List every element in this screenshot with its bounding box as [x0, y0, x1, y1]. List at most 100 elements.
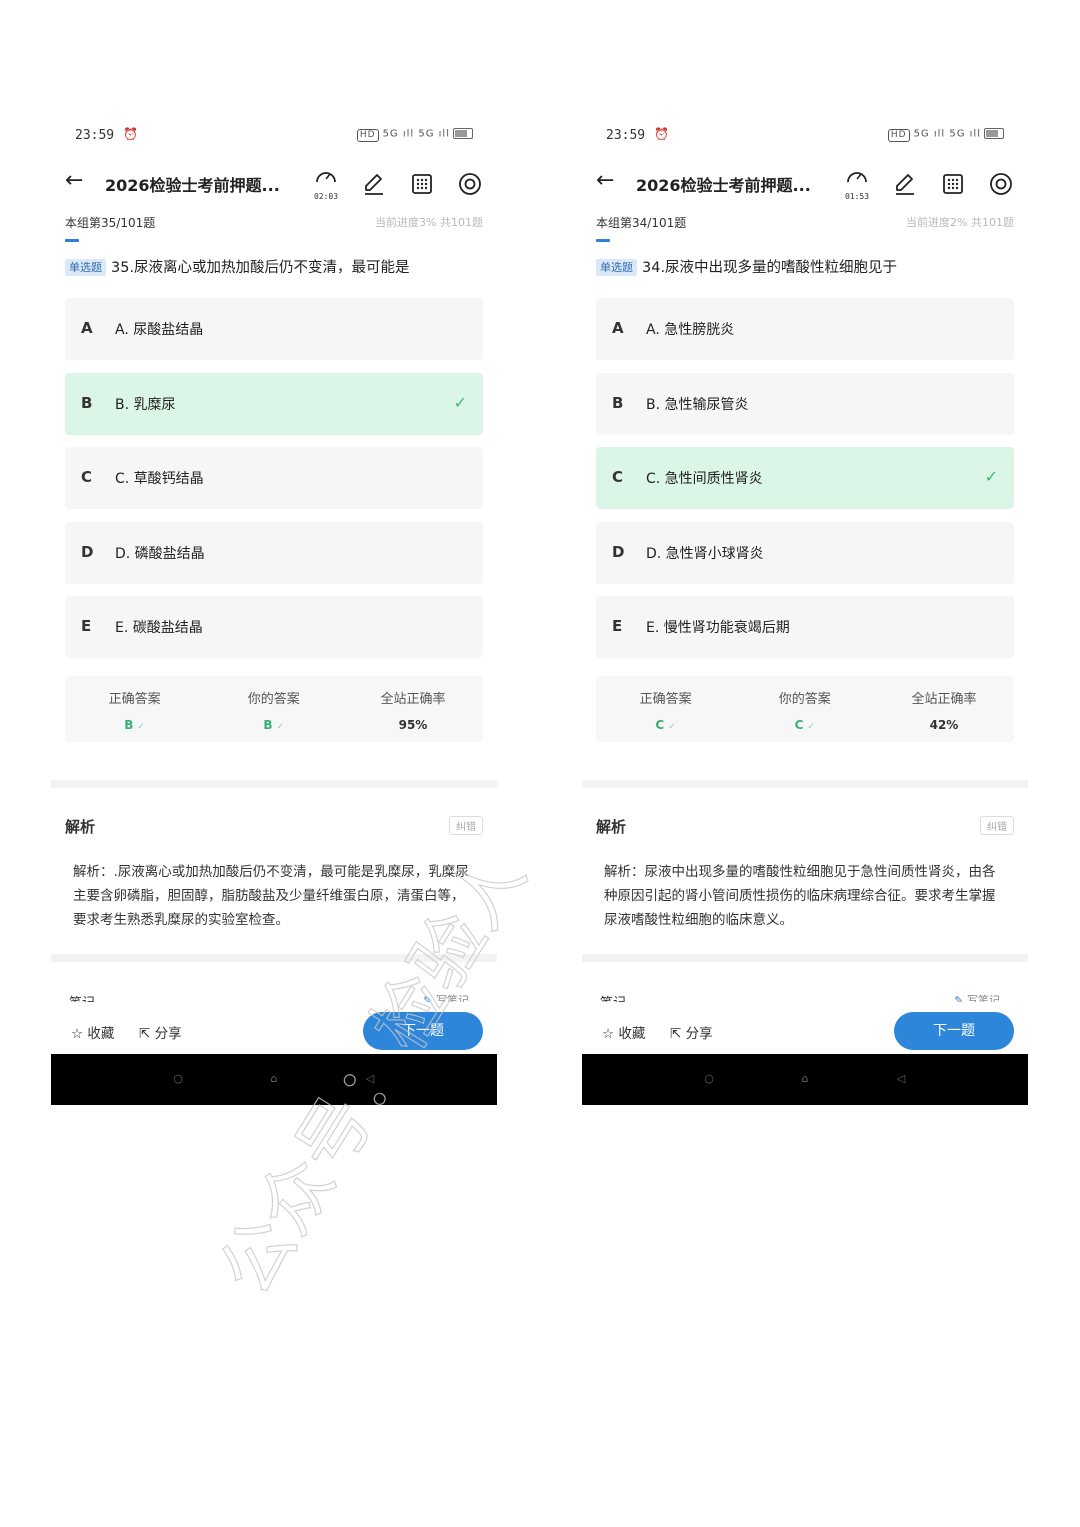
option-text: B. 乳糜尿 [115, 396, 176, 413]
back-arrow-icon[interactable]: ← [65, 168, 83, 193]
write-note-button[interactable]: ✎ 写笔记 [423, 992, 469, 1002]
question: 单选题 34.尿液中出现多量的嗜酸性粒细胞见于 [596, 258, 1018, 278]
stat-label: 你的答案 [247, 692, 300, 707]
option-text: E. 碳酸盐结晶 [115, 620, 203, 636]
progress-row: 本组第34/101题 当前进度2% 共101题 [596, 214, 1014, 232]
settings-icon [990, 173, 1012, 195]
report-error-button[interactable]: 纠错 [980, 816, 1014, 835]
settings-icon [459, 173, 481, 195]
option-text: C. 急性间质性肾炎 [646, 471, 763, 487]
stat-label: 你的答案 [778, 692, 831, 707]
option-letter: A [81, 319, 93, 337]
status-icons: HD 5G ıll 5G ıll [356, 128, 473, 142]
stat-value: C [794, 718, 804, 732]
pencil-icon [365, 174, 383, 195]
page-title: 2026检验士考前押题... [636, 176, 811, 195]
options-list: A A. 急性膀胱炎 B B. 急性输尿管炎 C C. 急性间质性肾炎 ✓ D … [596, 298, 1014, 671]
settings-button[interactable] [984, 167, 1018, 201]
option-letter: E [81, 617, 92, 635]
progress-bar [65, 239, 79, 242]
section-divider [51, 780, 497, 788]
favorite-label: 收藏 [618, 1026, 646, 1042]
option-text: A. 急性膀胱炎 [646, 322, 735, 338]
signal-icon: 5G ıll 5G ıll [382, 128, 450, 140]
your-answer-stat: 你的答案 C ✓ [735, 676, 874, 742]
edit-note-icon: ✎ [954, 994, 964, 1002]
your-answer-value: B ✓ [204, 718, 343, 732]
alarm-icon: ⏰ [123, 127, 138, 141]
option-a[interactable]: A A. 尿酸盐结晶 [65, 298, 483, 360]
timer-text: 02:03 [313, 192, 339, 201]
nav-menu-icon[interactable]: ○ [171, 1072, 185, 1086]
nav-home-icon[interactable]: ⌂ [798, 1072, 812, 1086]
favorite-label: 收藏 [87, 1026, 115, 1042]
timer-button[interactable]: 01:53 [840, 167, 874, 201]
phone-screen-left: 23:59 ⏰ HD 5G ıll 5G ıll ← 2026检验士考前押题...… [51, 108, 497, 1105]
group-progress-text: 本组第34/101题 [596, 216, 687, 230]
answer-sheet-button[interactable] [405, 167, 439, 201]
edit-button[interactable] [357, 167, 391, 201]
next-question-button[interactable]: 下一题 [894, 1012, 1014, 1050]
progress-bar [596, 239, 610, 242]
option-c[interactable]: C C. 急性间质性肾炎 ✓ [596, 447, 1014, 509]
share-button[interactable]: ⇱ 分享 [670, 1022, 713, 1042]
nav-home-icon[interactable]: ⌂ [267, 1072, 281, 1086]
status-bar: 23:59 ⏰ HD 5G ıll 5G ıll [75, 126, 473, 146]
share-label: 分享 [685, 1026, 713, 1042]
accuracy-value: 42% [929, 718, 959, 732]
star-icon: ☆ [602, 1026, 615, 1042]
question-text: 35.尿液离心或加热加酸后仍不变清，最可能是 [111, 260, 410, 276]
option-text: E. 慢性肾功能衰竭后期 [646, 620, 790, 636]
hd-badge: HD [356, 128, 379, 142]
alarm-icon: ⏰ [654, 127, 669, 141]
favorite-button[interactable]: ☆ 收藏 [71, 1022, 114, 1042]
status-bar: 23:59 ⏰ HD 5G ıll 5G ıll [606, 126, 1004, 146]
edit-button[interactable] [888, 167, 922, 201]
check-icon: ✓ [137, 722, 145, 732]
write-note-label: 写笔记 [967, 994, 1000, 1002]
your-answer-stat: 你的答案 B ✓ [204, 676, 343, 742]
settings-button[interactable] [453, 167, 487, 201]
system-nav-bar: ○ ⌂ ◁ [582, 1054, 1028, 1105]
share-icon: ⇱ [139, 1026, 151, 1042]
option-a[interactable]: A A. 急性膀胱炎 [596, 298, 1014, 360]
question-text: 34.尿液中出现多量的嗜酸性粒细胞见于 [642, 260, 898, 276]
answer-stats: 正确答案 C ✓ 你的答案 C ✓ 全站正确率 42% [596, 676, 1014, 742]
question: 单选题 35.尿液离心或加热加酸后仍不变清，最可能是 [65, 258, 487, 278]
option-d[interactable]: D D. 磷酸盐结晶 [65, 521, 483, 584]
back-arrow-icon[interactable]: ← [596, 168, 614, 193]
timer-text: 01:53 [844, 192, 870, 201]
option-letter: C [612, 468, 624, 486]
notes-title: 笔记 [69, 992, 95, 1002]
bottom-action-bar: ☆ 收藏 ⇱ 分享 下一题 [582, 1008, 1028, 1054]
share-button[interactable]: ⇱ 分享 [139, 1022, 182, 1042]
nav-menu-icon[interactable]: ○ [702, 1072, 716, 1086]
option-c[interactable]: C C. 草酸钙结晶 [65, 447, 483, 509]
question-type-tag: 单选题 [596, 259, 637, 276]
option-e[interactable]: E E. 慢性肾功能衰竭后期 [596, 596, 1014, 658]
nav-back-icon[interactable]: ◁ [894, 1072, 908, 1086]
next-question-button[interactable]: 下一题 [363, 1012, 483, 1050]
write-note-button[interactable]: ✎ 写笔记 [954, 992, 1000, 1002]
app-header: ← 2026检验士考前押题... 01:53 [596, 166, 1018, 202]
timer-button[interactable]: 02:03 [309, 167, 343, 201]
group-progress-text: 本组第35/101题 [65, 216, 156, 230]
your-answer-value: C ✓ [735, 718, 874, 732]
nav-back-icon[interactable]: ◁ [363, 1072, 377, 1086]
write-note-label: 写笔记 [436, 994, 469, 1002]
answer-sheet-button[interactable] [936, 167, 970, 201]
section-divider [51, 954, 497, 962]
analysis-title: 解析 [65, 818, 96, 836]
option-b[interactable]: B B. 急性输尿管炎 [596, 372, 1014, 435]
option-b[interactable]: B B. 乳糜尿 ✓ [65, 372, 483, 435]
option-e[interactable]: E E. 碳酸盐结晶 [65, 596, 483, 658]
option-d[interactable]: D D. 急性肾小球肾炎 [596, 521, 1014, 584]
favorite-button[interactable]: ☆ 收藏 [602, 1022, 645, 1042]
analysis-text: 解析：.尿液离心或加热加酸后仍不变清，最可能是乳糜尿，乳糜尿主要含卵磷脂，胆固醇… [73, 864, 469, 928]
app-header: ← 2026检验士考前押题... 02:03 [65, 166, 487, 202]
report-error-button[interactable]: 纠错 [449, 816, 483, 835]
check-icon: ✓ [984, 467, 998, 486]
option-letter: D [81, 542, 94, 561]
status-time: 23:59 [606, 128, 646, 143]
pencil-icon [896, 174, 914, 195]
